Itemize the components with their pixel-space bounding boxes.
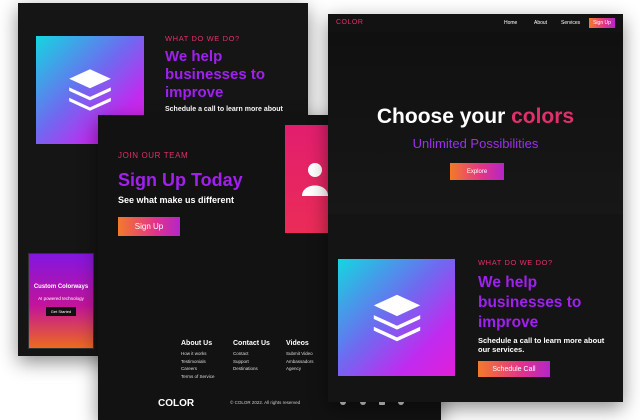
nav-logo[interactable]: COLOR <box>336 19 363 26</box>
mockup-landing-page: COLOR Home About Services Sign Up Choose… <box>328 14 623 402</box>
sign-up-button[interactable]: Sign Up <box>118 217 180 236</box>
join-subtext: See what make us different <box>118 195 235 205</box>
footer-link[interactable]: Testimonials <box>181 358 215 366</box>
footer-link[interactable]: Agency <box>286 365 314 373</box>
layers-icon <box>69 69 111 111</box>
layers-icon <box>373 294 420 341</box>
footer-link[interactable]: Careers <box>181 365 215 373</box>
join-headline: Sign Up Today <box>118 170 243 190</box>
nav-services[interactable]: Services <box>561 20 580 26</box>
nav-home[interactable]: Home <box>504 20 517 26</box>
nav-about[interactable]: About <box>534 20 547 26</box>
nav-sign-up-button[interactable]: Sign Up <box>589 18 615 28</box>
footer-link[interactable]: Submit Video <box>286 350 314 358</box>
footer-link[interactable]: Destinations <box>233 365 270 373</box>
footer-contact-heading: Contact Us <box>233 340 270 347</box>
footer-link[interactable]: Ambassadors <box>286 358 314 366</box>
footer-videos: Videos Submit Video Ambassadors Agency <box>286 340 314 373</box>
join-eyebrow: JOIN OUR TEAM <box>118 151 189 160</box>
footer-link[interactable]: Contact <box>233 350 270 358</box>
section-eyebrow: WHAT DO WE DO? <box>478 258 553 267</box>
section-eyebrow: WHAT DO WE DO? <box>165 34 240 43</box>
hero-title: Choose your colors <box>328 105 623 129</box>
footer-logo[interactable]: COLOR <box>158 398 194 409</box>
hero-subtitle: Unlimited Possibilities <box>412 136 539 151</box>
section-headline: We help businesses to improve <box>478 274 582 331</box>
user-icon <box>302 163 328 196</box>
explore-button[interactable]: Explore <box>450 163 504 180</box>
section-subtext: Schedule a call to learn more about our … <box>478 336 605 354</box>
footer-contact: Contact Us Contact Support Destinations <box>233 340 270 373</box>
layers-icon-tile <box>338 259 455 376</box>
footer-about: About Us How it works Testimonials Caree… <box>181 340 215 380</box>
hero-title-main: Choose your <box>376 105 512 128</box>
hero: Choose your colors Unlimited Possibiliti… <box>328 32 623 214</box>
card-subtitle: AI powered technology <box>38 296 84 301</box>
top-nav: COLOR Home About Services Sign Up <box>328 14 623 32</box>
footer-link[interactable]: Terms of Service <box>181 373 215 381</box>
footer-about-heading: About Us <box>181 340 213 347</box>
get-started-button[interactable]: Get Started <box>46 307 76 316</box>
card-title: Custom Colorways <box>33 284 89 290</box>
colorways-card: Custom Colorways AI powered technology G… <box>28 253 94 349</box>
footer-link[interactable]: How it works <box>181 350 215 358</box>
schedule-call-button[interactable]: Schedule Call <box>478 361 550 377</box>
section-subtext: Schedule a call to learn more about <box>165 106 283 113</box>
footer-videos-heading: Videos <box>286 340 309 347</box>
footer-link[interactable]: Support <box>233 358 270 366</box>
section-headline: We help businesses to improve <box>165 48 266 101</box>
hero-title-accent: colors <box>511 105 575 128</box>
footer-copyright: © COLOR 2022. All rights reserved <box>230 400 301 405</box>
